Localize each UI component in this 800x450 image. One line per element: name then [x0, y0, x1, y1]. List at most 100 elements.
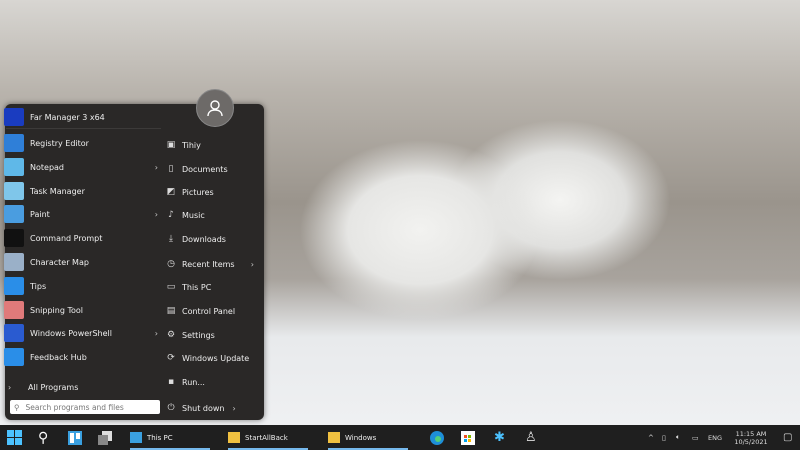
program-item[interactable]: Tips — [4, 275, 162, 297]
shutdown-button[interactable]: ⏻ Shut down › — [166, 398, 258, 418]
tool-icon: ✱ — [494, 430, 505, 445]
program-label: Character Map — [30, 257, 89, 267]
chevron-right-icon: › — [154, 328, 158, 338]
power-icon: ⏻ — [167, 403, 175, 413]
date: 10/5/2021 — [734, 437, 768, 446]
program-icon — [4, 348, 24, 366]
chevron-right-icon: › — [8, 382, 12, 392]
clock[interactable]: 11:15 AM 10/5/2021 — [730, 425, 772, 450]
taskbar-window[interactable]: StartAllBack — [222, 425, 314, 450]
chevron-right-icon: › — [250, 259, 254, 269]
desktop-button[interactable] — [98, 425, 112, 450]
music-icon: ♪ — [168, 210, 174, 220]
separator — [6, 128, 161, 129]
place-item[interactable]: ▣ Tihiy — [166, 135, 258, 155]
search-icon: ⚲ — [38, 429, 49, 446]
store-button[interactable] — [461, 425, 475, 450]
place-label: Windows Update — [182, 353, 250, 363]
app-button[interactable]: ♙ — [525, 425, 537, 450]
program-icon — [4, 158, 24, 176]
program-item[interactable]: Notepad › — [4, 156, 162, 178]
notification-icon: ▢ — [783, 432, 793, 443]
pictures-icon: ◩ — [166, 187, 176, 197]
all-programs-button[interactable]: › All Programs — [8, 376, 166, 398]
search-placeholder: Search programs and files — [25, 402, 124, 412]
chevron-right-icon: › — [154, 209, 158, 219]
program-icon — [4, 205, 24, 223]
language-button[interactable]: ENG — [708, 425, 722, 450]
place-item[interactable]: ⚙ Settings — [166, 325, 258, 345]
place-label: This PC — [182, 282, 212, 292]
program-item[interactable]: Task Manager — [4, 180, 162, 202]
place-item[interactable]: ◩ Pictures — [166, 182, 258, 202]
chevron-up-icon: ^ — [648, 433, 654, 442]
place-item[interactable]: ♪ Music — [166, 205, 258, 225]
all-programs-label: All Programs — [28, 382, 79, 392]
program-item[interactable]: Paint › — [4, 203, 162, 225]
program-label: Registry Editor — [30, 138, 89, 148]
place-item[interactable]: ⟳ Windows Update — [166, 348, 258, 368]
window-icon — [130, 432, 142, 443]
program-icon — [4, 229, 24, 247]
program-item[interactable]: Feedback Hub — [4, 346, 162, 368]
task-view-button[interactable] — [68, 425, 82, 450]
gear-icon: ⚙ — [166, 330, 176, 340]
program-item[interactable]: Snipping Tool — [4, 299, 162, 321]
search-button[interactable]: ⚲ — [38, 425, 48, 450]
program-label: Task Manager — [30, 186, 85, 196]
search-input[interactable]: ⚲ Search programs and files — [10, 400, 160, 414]
program-icon — [4, 253, 24, 271]
place-item[interactable]: ◷ Recent Items › — [166, 254, 258, 274]
taskbar-window[interactable]: Windows — [322, 425, 414, 450]
edge-icon — [430, 430, 444, 445]
place-item[interactable]: ⤓ Downloads — [166, 229, 258, 249]
program-item[interactable]: Command Prompt — [4, 227, 162, 249]
place-item[interactable]: ▪ Run... — [166, 372, 258, 392]
place-label: Recent Items — [182, 259, 235, 269]
person-icon: ♙ — [525, 430, 537, 445]
window-label: This PC — [147, 433, 173, 442]
program-label: Snipping Tool — [30, 305, 83, 315]
program-icon — [4, 277, 24, 295]
language-label: ENG — [708, 433, 723, 442]
start-button[interactable] — [7, 425, 22, 450]
program-icon — [4, 324, 24, 342]
download-icon: ⤓ — [169, 234, 173, 244]
user-avatar[interactable] — [196, 89, 234, 127]
program-icon — [4, 134, 24, 152]
program-label: Far Manager 3 x64 — [30, 112, 105, 122]
edge-button[interactable] — [430, 425, 444, 450]
volume-button[interactable]: 🔈︎ — [676, 425, 680, 450]
computer-icon: ▭ — [166, 282, 176, 292]
network-button[interactable]: ▭ — [692, 425, 699, 450]
battery-button[interactable]: ▯ — [662, 425, 666, 450]
place-item[interactable]: ▤ Control Panel — [166, 301, 258, 321]
store-icon — [461, 430, 475, 445]
search-icon: ⚲ — [14, 402, 20, 412]
place-label: Settings — [182, 330, 215, 340]
battery-icon: ▯ — [662, 433, 666, 442]
program-icon — [4, 182, 24, 200]
network-icon: ▭ — [692, 433, 699, 442]
window-icon — [328, 432, 340, 443]
user-icon — [207, 100, 223, 117]
document-icon: ▯ — [168, 164, 174, 174]
program-label: Paint — [30, 209, 50, 219]
program-item[interactable]: Windows PowerShell › — [4, 322, 162, 344]
program-item[interactable]: Character Map — [4, 251, 162, 273]
place-label: Music — [182, 210, 205, 220]
taskbar-window[interactable]: This PC — [124, 425, 216, 450]
program-item[interactable]: Registry Editor — [4, 132, 162, 154]
user-folder-icon: ▣ — [166, 140, 176, 150]
task-view-icon — [68, 430, 82, 445]
notifications-button[interactable]: ▢ — [783, 425, 792, 450]
show-hidden-icons[interactable]: ^ — [648, 425, 654, 450]
app-button[interactable]: ✱ — [494, 425, 505, 450]
window-label: StartAllBack — [245, 433, 288, 442]
place-item[interactable]: ▯ Documents — [166, 159, 258, 179]
shutdown-label: Shut down — [182, 403, 225, 413]
pinned-far-manager[interactable]: Far Manager 3 x64 — [4, 106, 162, 128]
run-icon: ▪ — [167, 377, 175, 387]
taskbar: ⚲ This PC StartAllBack Windows ✱ ♙ ^ ▯ 🔈︎ … — [0, 425, 800, 450]
place-item[interactable]: ▭ This PC — [166, 277, 258, 297]
